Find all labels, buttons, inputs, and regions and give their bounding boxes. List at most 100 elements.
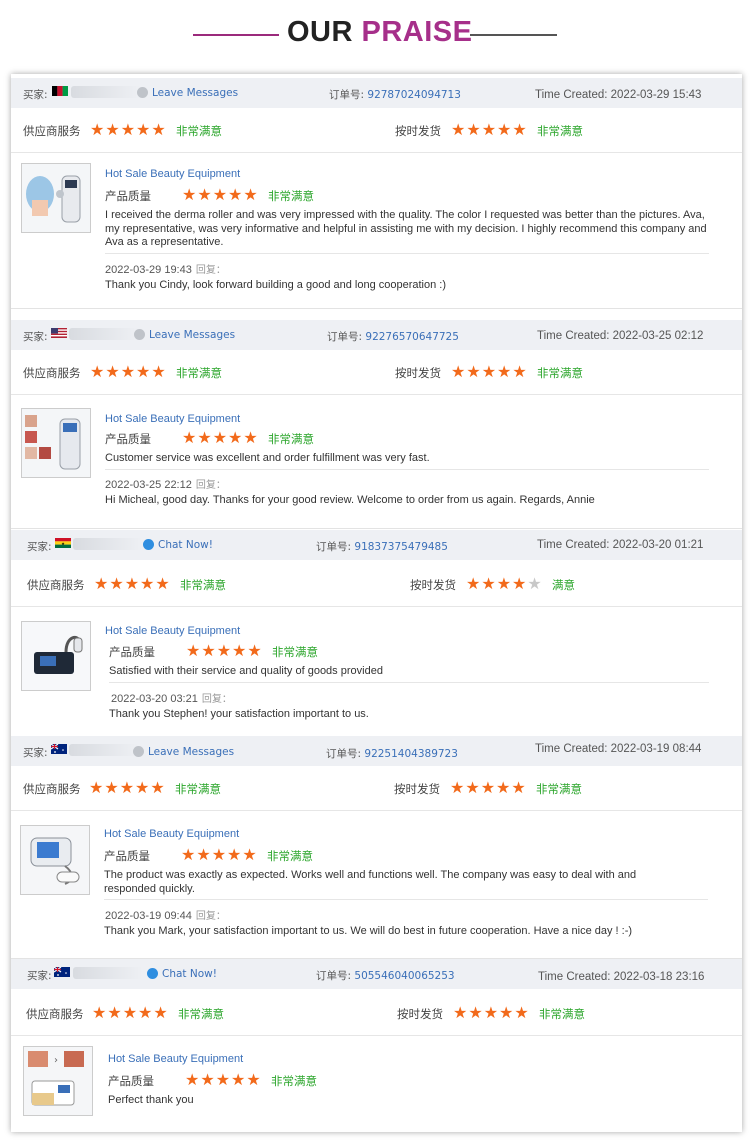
supplier-service-label: 供应商服务	[23, 366, 81, 380]
buyer-name-redacted	[69, 744, 139, 756]
on-time-rating-stars: ★★★★★	[451, 120, 528, 139]
seller-reply: Thank you Stephen! your satisfaction imp…	[109, 708, 369, 720]
australia-flag-icon	[51, 744, 67, 754]
review-header-bar: 买家: Leave Messages 订单号: 92787024094713 T…	[11, 78, 742, 108]
on-time-rating-text: 非常满意	[536, 782, 582, 796]
review-header-bar: 买家: Leave Messages 订单号: 92276570647725 T…	[11, 320, 742, 350]
supplier-rating-stars: ★★★★★	[90, 362, 167, 381]
product-thumbnail[interactable]	[21, 408, 91, 478]
order-number: 订单号: 92276570647725	[327, 331, 459, 343]
product-thumbnail[interactable]	[21, 621, 91, 691]
supplier-rating-stars: ★★★★★	[92, 1003, 169, 1022]
leave-messages-link[interactable]: Leave Messages	[133, 746, 234, 758]
supplier-service-label: 供应商服务	[23, 124, 81, 138]
beauty-machine-image	[22, 409, 90, 477]
on-time-label: 按时发货	[397, 1007, 443, 1021]
product-link[interactable]: Hot Sale Beauty Equipment	[105, 413, 240, 425]
time-created: Time Created: 2022-03-19 08:44	[535, 743, 702, 755]
leave-messages-link[interactable]: Leave Messages	[137, 87, 238, 99]
order-number-link[interactable]: 92787024094713	[367, 89, 461, 101]
leave-messages-link[interactable]: Leave Messages	[134, 329, 235, 341]
product-thumbnail[interactable]: ›	[23, 1046, 93, 1116]
score-row: 供应商服务 ★★★★★ 非常满意 按时发货 ★★★★★ 非常满意	[11, 350, 742, 395]
reply-separator	[109, 682, 709, 683]
review-comment: The product was exactly as expected. Wor…	[104, 869, 637, 895]
beauty-machine-image	[21, 826, 89, 894]
on-time-label: 按时发货	[410, 578, 456, 592]
order-number-link[interactable]: 91837375479485	[354, 541, 448, 553]
on-time-rating-text: 满意	[552, 578, 575, 592]
supplier-service-label: 供应商服务	[23, 782, 81, 796]
buyer-name-redacted	[73, 538, 143, 550]
time-created: Time Created: 2022-03-29 15:43	[535, 89, 702, 101]
heading-line-left	[193, 34, 279, 36]
supplier-rating-text: 非常满意	[176, 124, 222, 138]
supplier-rating-text: 非常满意	[180, 578, 226, 592]
heading-title: OUR PRAISE	[287, 16, 473, 48]
product-link[interactable]: Hot Sale Beauty Equipment	[104, 828, 239, 840]
chat-now-link[interactable]: Chat Now!	[143, 539, 213, 551]
quality-rating-stars: ★★★★★	[182, 428, 259, 447]
quality-label: 产品质量	[109, 645, 155, 659]
order-number-link[interactable]: 92276570647725	[365, 331, 459, 343]
message-icon	[137, 87, 148, 98]
seller-reply: Hi Micheal, good day. Thanks for your go…	[105, 494, 595, 506]
ghana-flag-icon: ★	[55, 538, 71, 548]
message-icon	[133, 746, 144, 757]
order-number-link[interactable]: 92251404389723	[364, 748, 458, 760]
supplier-rating-text: 非常满意	[175, 782, 221, 796]
supplier-rating-text: 非常满意	[176, 366, 222, 380]
product-thumbnail[interactable]	[20, 825, 90, 895]
order-number: 订单号: 92787024094713	[329, 89, 461, 101]
supplier-service-label: 供应商服务	[26, 1007, 84, 1021]
review-comment: Satisfied with their service and quality…	[109, 665, 383, 677]
on-time-rating-stars: ★★★★★	[466, 574, 543, 593]
score-row: 供应商服务 ★★★★★ 非常满意 按时发货 ★★★★★ 满意	[11, 560, 742, 607]
seller-reply: Thank you Cindy, look forward building a…	[105, 279, 447, 291]
supplier-service-label: 供应商服务	[27, 578, 85, 592]
buyer-label: 买家:	[23, 747, 48, 759]
australia-flag-icon	[54, 967, 70, 977]
supplier-rating-stars: ★★★★★	[89, 778, 166, 797]
quality-rating-stars: ★★★★★	[181, 845, 258, 864]
reply-date: 2022-03-19 09:44 回复：	[105, 910, 226, 922]
product-link[interactable]: Hot Sale Beauty Equipment	[105, 625, 240, 637]
quality-rating-stars: ★★★★★	[185, 1070, 262, 1089]
quality-label: 产品质量	[108, 1074, 154, 1088]
time-created: Time Created: 2022-03-20 01:21	[537, 539, 704, 551]
supplier-rating-stars: ★★★★★	[90, 120, 167, 139]
time-created: Time Created: 2022-03-25 02:12	[537, 330, 704, 342]
reply-separator	[105, 469, 709, 470]
quality-rating-text: 非常满意	[268, 189, 314, 203]
on-time-rating-stars: ★★★★★	[453, 1003, 530, 1022]
on-time-rating-text: 非常满意	[539, 1007, 585, 1021]
afghanistan-flag-icon	[52, 86, 68, 96]
score-row: 供应商服务 ★★★★★ 非常满意 按时发货 ★★★★★ 非常满意	[11, 989, 742, 1036]
usa-flag-icon	[51, 328, 67, 338]
chat-now-link[interactable]: Chat Now!	[147, 968, 217, 980]
reply-date: 2022-03-25 22:12 回复：	[105, 479, 226, 491]
buyer-name-redacted	[73, 967, 143, 979]
message-icon	[134, 329, 145, 340]
product-link[interactable]: Hot Sale Beauty Equipment	[105, 168, 240, 180]
buyer-name-redacted	[69, 328, 139, 340]
buyer-label: 买家:	[27, 541, 52, 553]
svg-text:★: ★	[61, 541, 65, 546]
supplier-rating-text: 非常满意	[178, 1007, 224, 1021]
buyer-label: 买家:	[27, 970, 52, 982]
on-time-label: 按时发货	[395, 124, 441, 138]
on-time-label: 按时发货	[395, 366, 441, 380]
buyer-label: 买家:	[23, 89, 48, 101]
on-time-rating-text: 非常满意	[537, 124, 583, 138]
buyer-label: 买家:	[23, 331, 48, 343]
order-number-link[interactable]: 505546040065253	[354, 970, 454, 982]
beauty-machine-image: ›	[24, 1047, 92, 1115]
score-row: 供应商服务 ★★★★★ 非常满意 按时发货 ★★★★★ 非常满意	[11, 766, 742, 811]
product-link[interactable]: Hot Sale Beauty Equipment	[108, 1053, 243, 1065]
chat-icon	[147, 968, 158, 979]
seller-reply: Thank you Mark, your satisfaction import…	[104, 925, 633, 937]
quality-label: 产品质量	[105, 432, 151, 446]
review-divider	[11, 528, 742, 529]
buyer-name-redacted	[71, 86, 141, 98]
product-thumbnail[interactable]	[21, 163, 91, 233]
